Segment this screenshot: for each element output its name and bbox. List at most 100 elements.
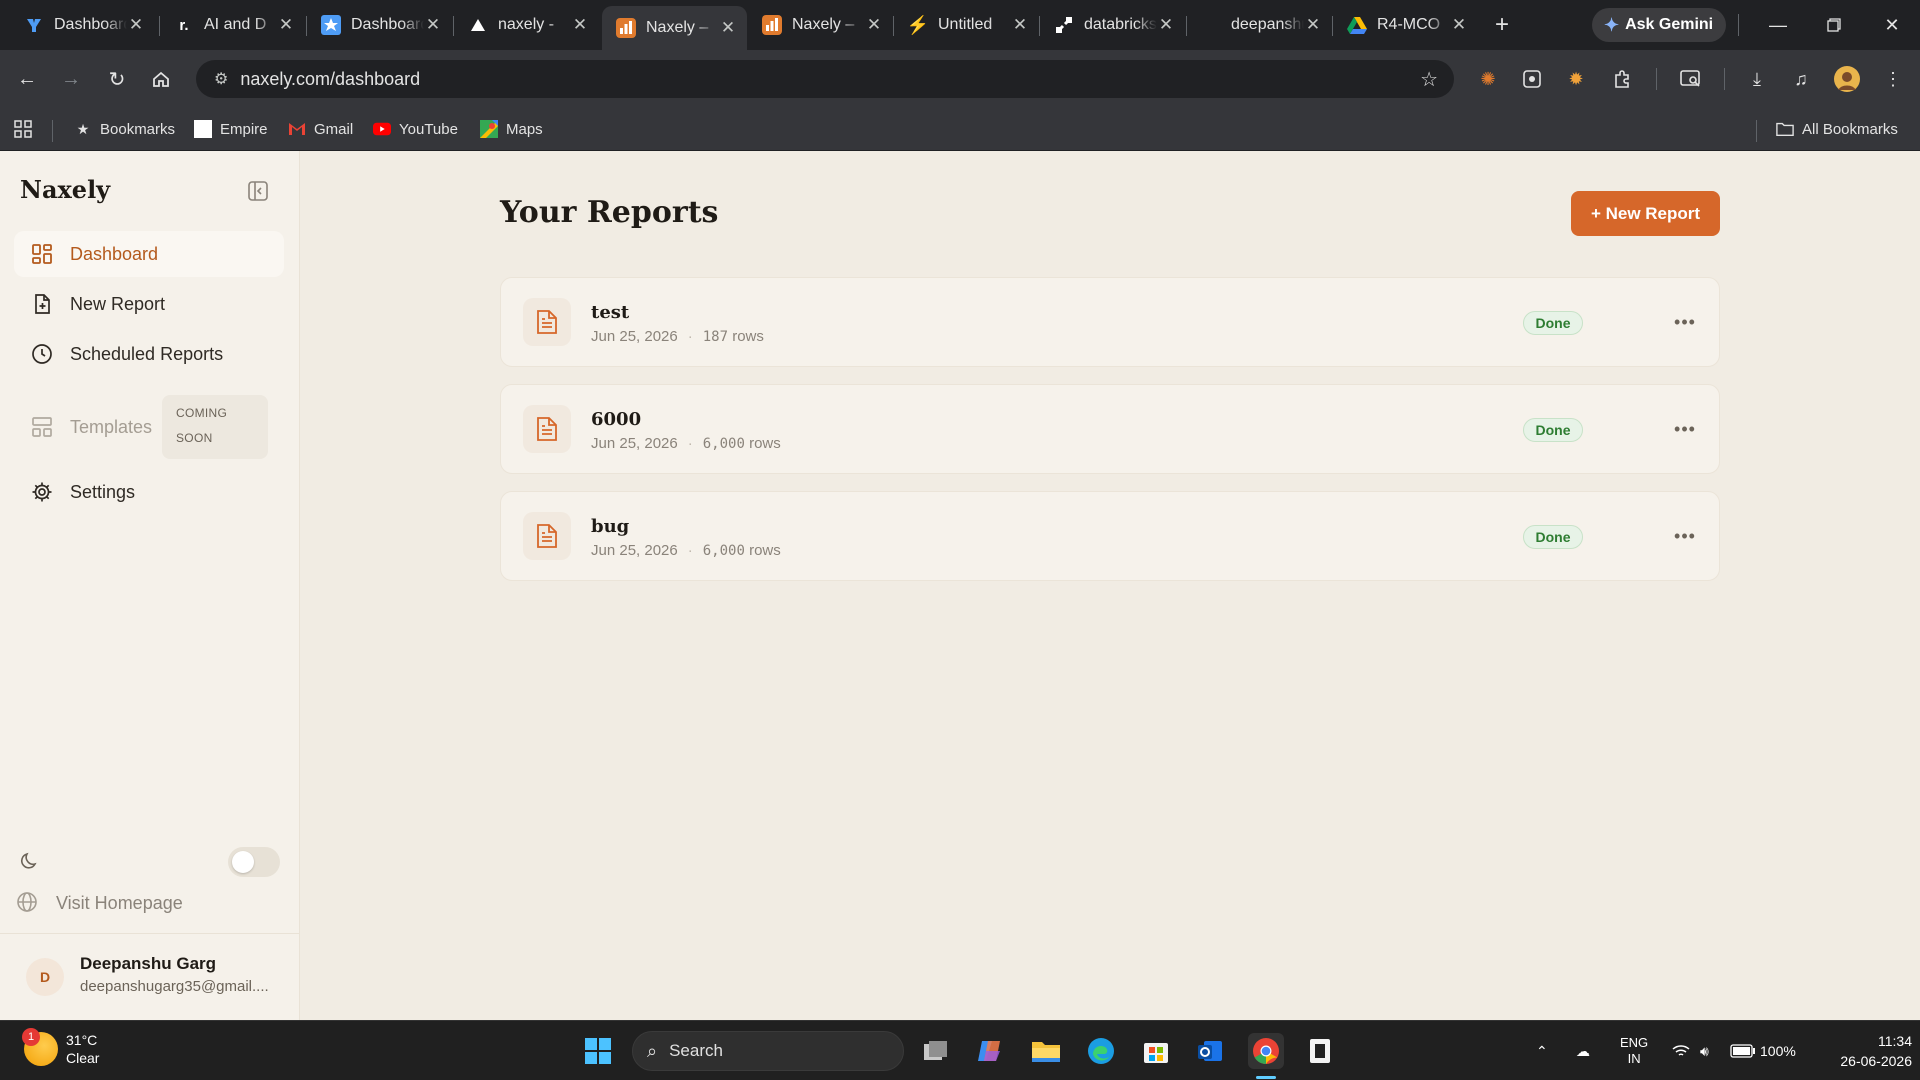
language-text: ENG bbox=[1620, 1035, 1649, 1050]
wifi-icon[interactable] bbox=[1672, 1021, 1690, 1080]
close-icon[interactable]: ✕ bbox=[1157, 15, 1175, 35]
restore-icon[interactable] bbox=[1814, 10, 1854, 40]
onedrive-cloud-icon[interactable]: ☁ bbox=[1576, 1021, 1590, 1080]
media-control-icon[interactable]: ♫ bbox=[1788, 66, 1814, 92]
chrome-taskbar-icon[interactable] bbox=[1248, 1033, 1284, 1069]
bookmark-item[interactable]: YouTube bbox=[373, 118, 458, 140]
report-date: Jun 25, 2026 bbox=[591, 435, 678, 452]
user-profile[interactable]: D Deepanshu Garg deepanshugarg35@gmail..… bbox=[0, 933, 300, 1020]
minimize-icon[interactable]: — bbox=[1758, 10, 1798, 40]
bookmark-item[interactable]: Maps bbox=[480, 118, 543, 140]
sidebar-item-new-report[interactable]: New Report bbox=[14, 281, 284, 327]
site-settings-icon[interactable]: ⚙ bbox=[214, 69, 228, 89]
report-card[interactable]: bug Jun 25, 2026 · 6,000 rows Done ••• bbox=[500, 491, 1720, 581]
bookmark-item[interactable]: ★ Bookmarks bbox=[74, 118, 175, 140]
extensions-puzzle-icon[interactable] bbox=[1610, 66, 1636, 92]
bookmark-item[interactable]: Gmail bbox=[288, 118, 353, 140]
active-app-indicator bbox=[1256, 1076, 1276, 1079]
bookmark-star-icon[interactable]: ☆ bbox=[1420, 67, 1438, 92]
download-icon[interactable]: ⤓ bbox=[1744, 66, 1770, 92]
browser-tab[interactable]: R4-MCO ✕ bbox=[1333, 8, 1478, 42]
close-icon[interactable]: ✕ bbox=[571, 15, 589, 35]
more-options-icon[interactable]: ••• bbox=[1671, 522, 1699, 550]
extension-box-icon[interactable] bbox=[1519, 66, 1545, 92]
apps-grid-icon[interactable] bbox=[14, 118, 32, 140]
report-meta: Jun 25, 2026 · 6,000 rows bbox=[591, 435, 781, 452]
system-clock[interactable]: 11:34 26-06-2026 bbox=[1812, 1031, 1912, 1071]
taskbar-search-label: Search bbox=[669, 1041, 723, 1060]
windows-start-icon[interactable] bbox=[580, 1033, 616, 1069]
reload-icon[interactable]: ↻ bbox=[102, 64, 132, 94]
browser-tab[interactable]: r. AI and D ✕ bbox=[160, 8, 305, 42]
close-icon[interactable]: ✕ bbox=[865, 15, 883, 35]
new-tab-button[interactable]: + bbox=[1487, 10, 1517, 40]
microsoft-store-icon[interactable] bbox=[1138, 1033, 1174, 1069]
report-rows-label: rows bbox=[732, 328, 764, 345]
browser-tab-active[interactable]: Naxely – ✕ bbox=[602, 6, 747, 50]
copilot-icon[interactable] bbox=[972, 1033, 1008, 1069]
report-card[interactable]: 6000 Jun 25, 2026 · 6,000 rows Done ••• bbox=[500, 384, 1720, 474]
visit-homepage-link[interactable]: Visit Homepage bbox=[16, 891, 183, 915]
home-icon[interactable] bbox=[146, 64, 176, 94]
browser-tab[interactable]: databricks ✕ bbox=[1040, 8, 1185, 42]
edge-icon[interactable] bbox=[1083, 1033, 1119, 1069]
sidebar-item-scheduled-reports[interactable]: Scheduled Reports bbox=[14, 331, 284, 377]
outlook-icon[interactable] bbox=[1192, 1033, 1228, 1069]
status-badge: Done bbox=[1523, 418, 1583, 442]
browser-tab[interactable]: Dashboard ✕ bbox=[10, 8, 155, 42]
tab-title: Naxely – bbox=[792, 16, 855, 33]
taskbar-search[interactable]: ⌕ Search bbox=[632, 1031, 904, 1071]
tab-title: naxely - bbox=[498, 16, 555, 33]
app-viewport: Naxely Dashboard New Report Scheduled Re… bbox=[0, 151, 1920, 1020]
sidebar-collapse-icon[interactable] bbox=[246, 179, 270, 203]
close-icon[interactable]: ✕ bbox=[719, 18, 737, 38]
weather-widget[interactable]: 1 31°C Clear bbox=[22, 1028, 99, 1067]
close-icon[interactable]: ✕ bbox=[1450, 15, 1468, 35]
show-hidden-icons[interactable]: ⌃ bbox=[1536, 1021, 1548, 1080]
forward-icon[interactable]: → bbox=[56, 64, 86, 94]
more-options-icon[interactable]: ••• bbox=[1671, 415, 1699, 443]
profile-avatar-icon[interactable] bbox=[1834, 66, 1860, 92]
chrome-menu-icon[interactable]: ⋮ bbox=[1880, 66, 1906, 92]
sidebar-item-dashboard[interactable]: Dashboard bbox=[14, 231, 284, 277]
browser-tab[interactable]: ⚡ Untitled ✕ bbox=[894, 8, 1039, 42]
back-icon[interactable]: ← bbox=[12, 64, 42, 94]
battery-indicator[interactable]: 100% bbox=[1730, 1021, 1796, 1080]
coming-soon-text: COMING bbox=[176, 406, 228, 420]
browser-tab[interactable]: naxely - ✕ bbox=[454, 8, 599, 42]
volume-icon[interactable]: 🔊︎ bbox=[1700, 1021, 1709, 1080]
claude-extension-icon[interactable]: ✺ bbox=[1475, 66, 1501, 92]
report-card[interactable]: test Jun 25, 2026 · 187 rows Done ••• bbox=[500, 277, 1720, 367]
browser-tab[interactable]: Dashboard ✕ bbox=[307, 8, 452, 42]
report-rows: 6,000 bbox=[702, 435, 745, 452]
bookmark-label: Bookmarks bbox=[100, 120, 176, 138]
close-icon[interactable]: ✕ bbox=[424, 15, 442, 35]
close-icon[interactable]: ✕ bbox=[1011, 15, 1029, 35]
sidebar-item-label: Settings bbox=[70, 481, 136, 502]
browser-tab[interactable]: Naxely – ✕ bbox=[748, 8, 893, 42]
address-bar[interactable]: ⚙ naxely.com/dashboard ☆ bbox=[196, 60, 1454, 98]
all-bookmarks-button[interactable]: All Bookmarks bbox=[1776, 118, 1898, 140]
sun-extension-icon[interactable]: ✹ bbox=[1563, 66, 1589, 92]
brand-logo[interactable]: Naxely bbox=[20, 175, 110, 204]
new-report-button[interactable]: + New Report bbox=[1571, 191, 1720, 236]
close-icon[interactable]: ✕ bbox=[277, 15, 295, 35]
sidebar-item-settings[interactable]: Settings bbox=[14, 469, 284, 515]
window-close-icon[interactable]: ✕ bbox=[1872, 10, 1912, 40]
page-icon bbox=[194, 120, 212, 138]
file-explorer-icon[interactable] bbox=[1028, 1033, 1064, 1069]
lens-search-icon[interactable] bbox=[1678, 66, 1704, 92]
language-indicator[interactable]: ENG IN bbox=[1620, 1021, 1648, 1080]
more-options-icon[interactable]: ••• bbox=[1671, 308, 1699, 336]
ask-gemini-button[interactable]: ✦ Ask Gemini bbox=[1592, 8, 1726, 42]
bookmark-label: YouTube bbox=[399, 120, 458, 138]
clock-time: 11:34 bbox=[1878, 1033, 1912, 1049]
templates-icon bbox=[30, 415, 54, 439]
task-view-icon[interactable] bbox=[918, 1033, 954, 1069]
close-icon[interactable]: ✕ bbox=[1304, 15, 1322, 35]
bookmark-item[interactable]: Empire bbox=[194, 118, 268, 140]
terminal-app-icon[interactable] bbox=[1302, 1033, 1338, 1069]
close-icon[interactable]: ✕ bbox=[127, 15, 145, 35]
dark-mode-toggle[interactable] bbox=[228, 847, 280, 877]
browser-tab[interactable]: deepanshu ✕ bbox=[1187, 8, 1332, 42]
